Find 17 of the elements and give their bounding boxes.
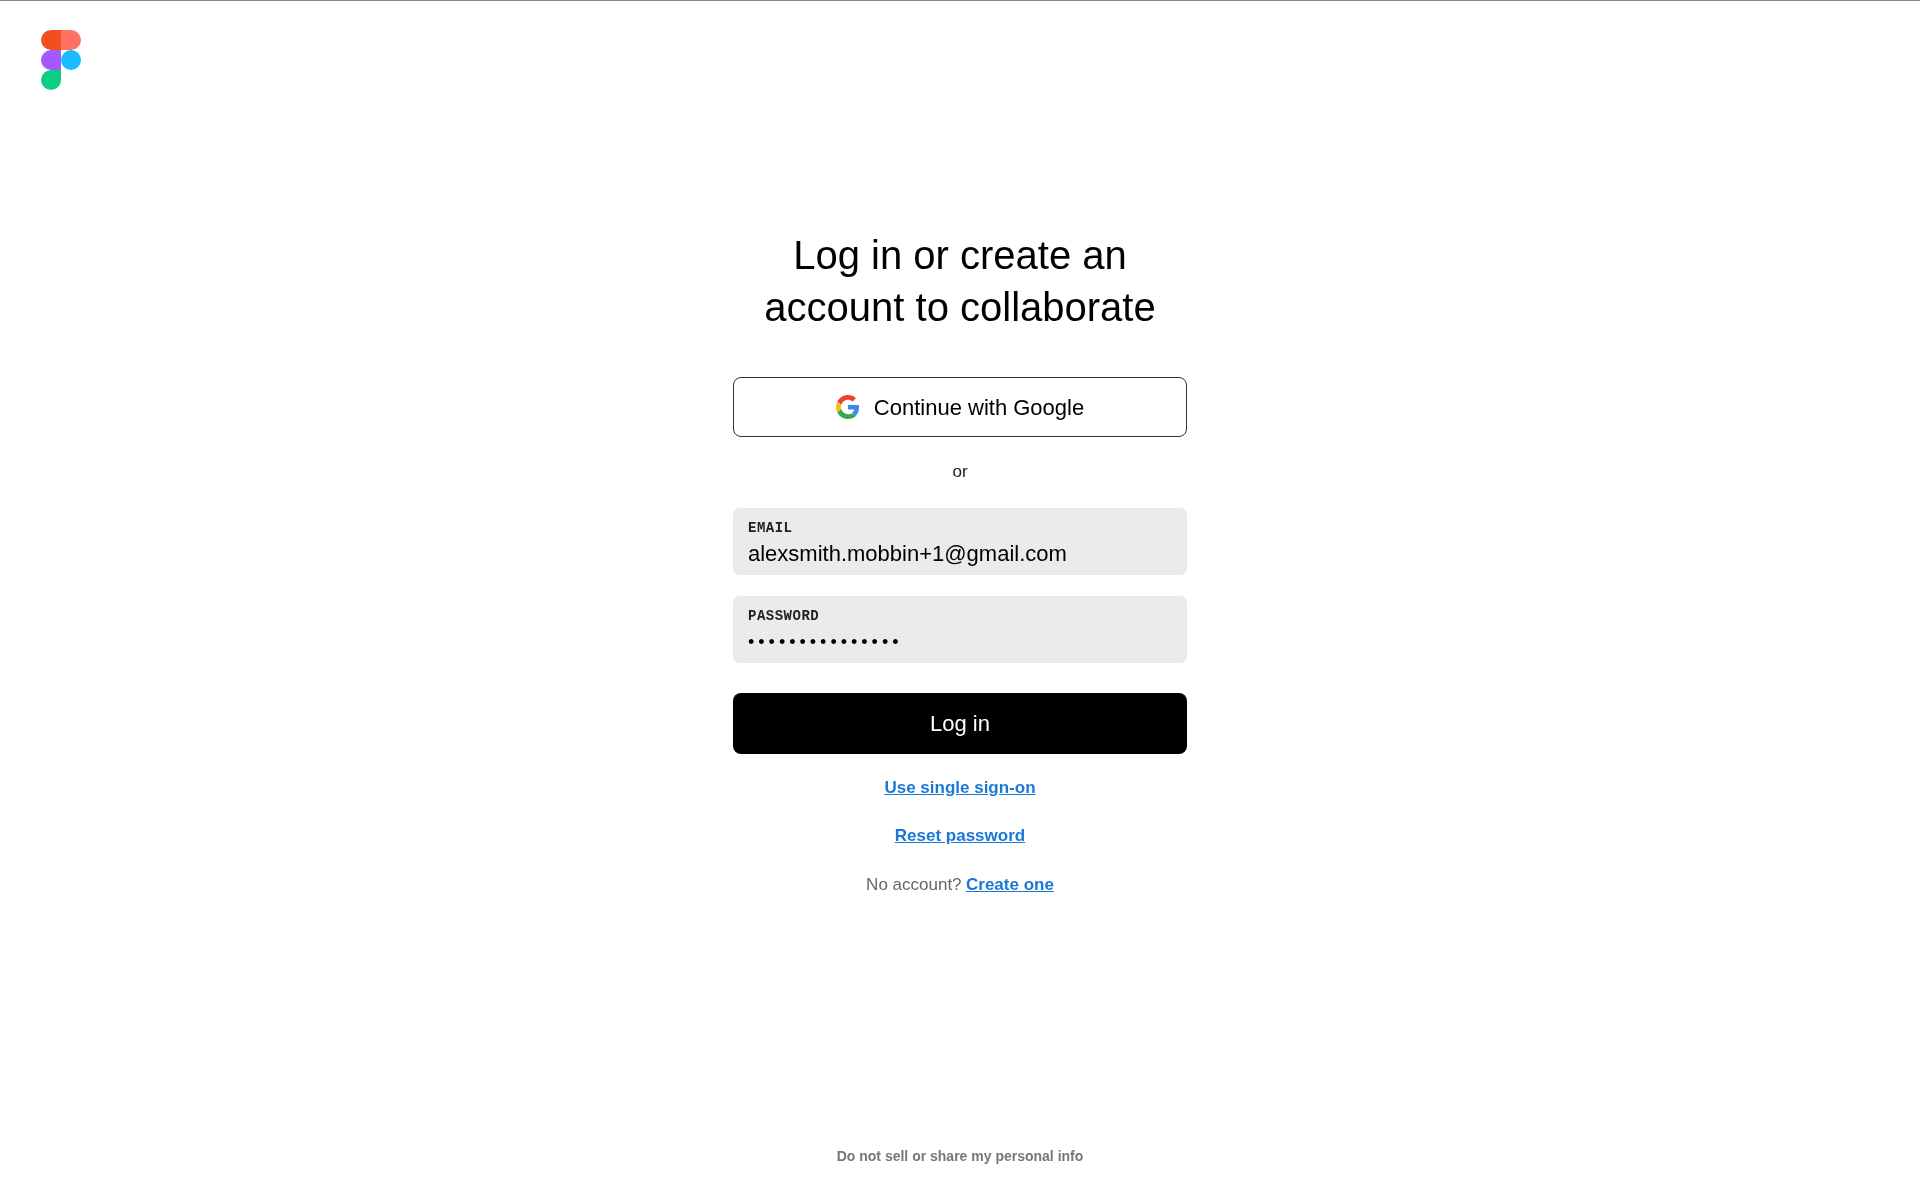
google-g-icon — [835, 395, 860, 419]
google-button[interactable]: Continue with Google — [733, 377, 1187, 437]
email-field[interactable]: EMAIL alexsmith.mobbin+1@gmail.com — [733, 507, 1187, 575]
signup-prompt: No account? — [866, 874, 962, 894]
privacy-link[interactable]: Do not sell or share my personal info — [836, 1148, 1084, 1164]
field-label: EMAIL — [748, 518, 793, 538]
text-link[interactable]: Use single sign-on — [884, 777, 1036, 797]
text-link[interactable]: Reset password — [894, 826, 1026, 845]
field-value: alexsmith.mobbin+1@gmail.com — [748, 539, 1067, 568]
login-button[interactable]: Log in — [733, 692, 1187, 754]
password-field[interactable]: PASSWORD ••••••••••••••• — [733, 595, 1187, 663]
create-account-link[interactable]: Create one — [966, 874, 1054, 894]
logo-icon — [40, 30, 82, 90]
field-label: PASSWORD — [748, 606, 820, 626]
separator-text: or — [952, 461, 968, 483]
field-value: ••••••••••••••• — [748, 630, 903, 654]
page-title: Log in or create an account to collaborate — [763, 232, 1157, 331]
